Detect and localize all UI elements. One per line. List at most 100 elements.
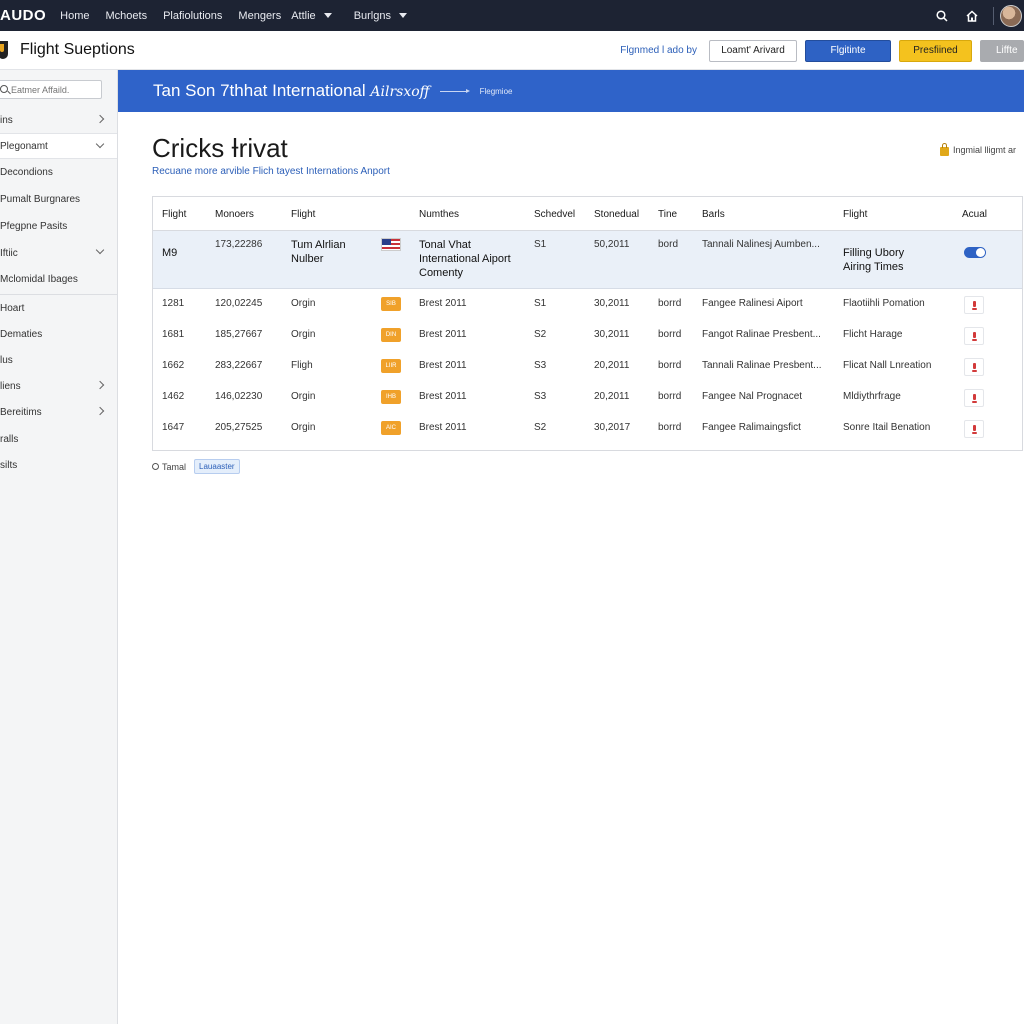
table-row-highlighted[interactable]: M9 173,22286 Tum Alrlian Nulber Tonal Vh… bbox=[153, 231, 1022, 289]
column-header-flight[interactable]: Flight bbox=[162, 209, 186, 220]
sidebar-item-pumalt-burgnares[interactable]: Pumalt Burgnares bbox=[0, 186, 117, 212]
cell-flight: 1462 bbox=[162, 391, 185, 402]
nav-link-mengers[interactable]: Mengers bbox=[238, 10, 281, 22]
nav-link-mchoets[interactable]: Mchoets bbox=[106, 10, 148, 22]
sidebar-item-hoart[interactable]: Hoart bbox=[0, 295, 117, 321]
cell-number: 283,22667 bbox=[215, 360, 263, 371]
cell-sched: S1 bbox=[534, 239, 547, 250]
airport-banner: Tan Son 7thhat International Ailrsxoff F… bbox=[118, 70, 1024, 112]
sidebar: ins Plegonamt Decondions Pumalt Burgnare… bbox=[0, 70, 118, 1024]
flight-time-button[interactable]: Flgitinte bbox=[805, 39, 891, 62]
corner-link-label: Ingmial lligmt ar bbox=[953, 145, 1017, 155]
cell-flight: 1681 bbox=[162, 329, 185, 340]
sidebar-item-label: ins bbox=[0, 114, 13, 126]
page-title: Cricks Ɨrivat bbox=[152, 133, 288, 163]
search-icon bbox=[0, 85, 8, 93]
nav-link-plafiolutions[interactable]: Plafiolutions bbox=[163, 10, 222, 22]
alert-icon[interactable] bbox=[964, 358, 984, 376]
sidebar-item-decondions[interactable]: Decondions bbox=[0, 159, 117, 185]
table-row[interactable]: 1281 120,02245 Orgin SIB Brest 2011 S1 3… bbox=[153, 290, 1022, 321]
nav-link-home[interactable]: Home bbox=[60, 10, 89, 22]
cell-number: 120,02245 bbox=[215, 298, 263, 309]
cell-barls: Tannali Nalinesj Aumben... bbox=[702, 239, 820, 250]
sidebar-item-ins[interactable]: ins bbox=[0, 107, 117, 133]
sidebar-search-input[interactable] bbox=[11, 84, 97, 95]
sidebar-item-label: Pfegpne Pasits bbox=[0, 220, 68, 232]
table-row[interactable]: 1662 283,22667 Fligh LIIR Brest 2011 S3 … bbox=[153, 352, 1022, 383]
cell-name: Brest 2011 bbox=[419, 422, 467, 433]
cell-number: 205,27525 bbox=[215, 422, 263, 433]
user-avatar[interactable] bbox=[1000, 4, 1022, 27]
more-button[interactable]: Liffte bbox=[980, 39, 1024, 62]
cell-flight-2: Mldiythrfrage bbox=[843, 391, 901, 402]
sidebar-item-silts[interactable]: silts bbox=[0, 452, 117, 478]
cell-origin: Fligh bbox=[291, 360, 313, 371]
brand-logo[interactable]: AUDO bbox=[0, 7, 46, 24]
table-row[interactable]: 1647 205,27525 Orgin AIC Brest 2011 S2 3… bbox=[153, 414, 1022, 445]
column-header-schedvel[interactable]: Schedvel bbox=[534, 209, 575, 220]
cell-sched: S2 bbox=[534, 329, 547, 340]
local-arrival-button[interactable]: Loamt' Arivard bbox=[709, 39, 797, 62]
chevron-right-icon bbox=[95, 380, 105, 390]
banner-title-text: Tan Son 7thhat International bbox=[153, 81, 371, 100]
cell-number: 146,02230 bbox=[215, 391, 263, 402]
sidebar-item-mclomidal-ibages[interactable]: Mclomidal Ibages bbox=[0, 266, 117, 292]
sidebar-item-dematies[interactable]: Dematies bbox=[0, 321, 117, 347]
column-header-flight-3[interactable]: Flight bbox=[843, 209, 867, 220]
sidebar-search[interactable] bbox=[0, 80, 102, 99]
column-header-stonedual[interactable]: Stonedual bbox=[594, 209, 639, 220]
sidebar-item-label: liens bbox=[0, 380, 21, 392]
alert-icon[interactable] bbox=[964, 389, 984, 407]
cell-flight: 1662 bbox=[162, 360, 185, 371]
nav-dropdown-burlgns[interactable]: Burlgns bbox=[354, 10, 407, 22]
sidebar-item-label: Plegonamt bbox=[0, 140, 48, 152]
sidebar-item-lus[interactable]: lus bbox=[0, 347, 117, 373]
signed-in-link[interactable]: Flgnmed l ado by bbox=[620, 45, 697, 56]
sidebar-item-iftiic[interactable]: Iftiic bbox=[0, 240, 117, 266]
search-icon[interactable] bbox=[927, 0, 957, 31]
alert-icon[interactable] bbox=[964, 420, 984, 438]
corner-link[interactable]: Ingmial lligmt ar bbox=[940, 142, 1017, 156]
column-header-barls[interactable]: Barls bbox=[702, 209, 725, 220]
sidebar-item-pfegpne-pasits[interactable]: Pfegpne Pasits bbox=[0, 213, 117, 239]
cell-stoned: 30,2017 bbox=[594, 422, 631, 433]
banner-subtitle[interactable]: Flegmioe bbox=[480, 87, 513, 96]
column-header-acual[interactable]: Acual bbox=[962, 209, 987, 220]
status-badge: AIC bbox=[381, 421, 401, 435]
sidebar-item-ralls[interactable]: ralls bbox=[0, 426, 117, 452]
column-header-monoers[interactable]: Monoers bbox=[215, 209, 254, 220]
cell-time: borrd bbox=[658, 298, 682, 309]
cell-sched: S2 bbox=[534, 422, 547, 433]
page-subtitle[interactable]: Recuane more arvible Flich tayest Intern… bbox=[152, 166, 390, 177]
chevron-right-icon bbox=[95, 406, 105, 416]
cell-flight-2: Sonre Itail Benation bbox=[843, 422, 931, 433]
banner-title: Tan Son 7thhat International Ailrsxoff bbox=[153, 81, 430, 101]
sidebar-item-liens[interactable]: liens bbox=[0, 373, 117, 399]
app-title: Flight Sueptions bbox=[20, 41, 135, 58]
sidebar-item-plegonamt[interactable]: Plegonamt bbox=[0, 133, 117, 159]
nav-dropdown-attlie[interactable]: Attlie bbox=[291, 10, 331, 22]
sidebar-item-label: Mclomidal Ibages bbox=[0, 273, 78, 285]
sidebar-item-label: Bereitims bbox=[0, 406, 42, 418]
footer-badge[interactable]: Lauaaster bbox=[194, 459, 240, 474]
sidebar-item-bereitims[interactable]: Bereitims bbox=[0, 399, 117, 425]
home-icon[interactable] bbox=[957, 0, 987, 31]
cell-origin: Orgin bbox=[291, 391, 316, 402]
radio-icon bbox=[152, 463, 159, 470]
table-footer: Tamal Lauaaster bbox=[152, 459, 240, 474]
actual-toggle[interactable] bbox=[964, 247, 986, 258]
cell-name: Brest 2011 bbox=[419, 391, 467, 402]
table-row[interactable]: 1681 185,27667 Orgin DIN Brest 2011 S2 3… bbox=[153, 321, 1022, 352]
status-badge: LIIR bbox=[381, 359, 401, 373]
column-header-tine[interactable]: Tine bbox=[658, 209, 677, 220]
table-row[interactable]: 1462 146,02230 Orgin IHB Brest 2011 S3 2… bbox=[153, 383, 1022, 414]
alert-icon[interactable] bbox=[964, 327, 984, 345]
total-label[interactable]: Tamal bbox=[152, 462, 186, 472]
cell-time: borrd bbox=[658, 422, 682, 433]
column-header-flight-2[interactable]: Flight bbox=[291, 209, 315, 220]
column-header-numthes[interactable]: Numthes bbox=[419, 209, 459, 220]
us-flag-icon bbox=[381, 238, 401, 251]
predefined-button[interactable]: Presfiined bbox=[899, 39, 972, 62]
alert-icon[interactable] bbox=[964, 296, 984, 314]
cell-origin: Orgin bbox=[291, 298, 316, 309]
